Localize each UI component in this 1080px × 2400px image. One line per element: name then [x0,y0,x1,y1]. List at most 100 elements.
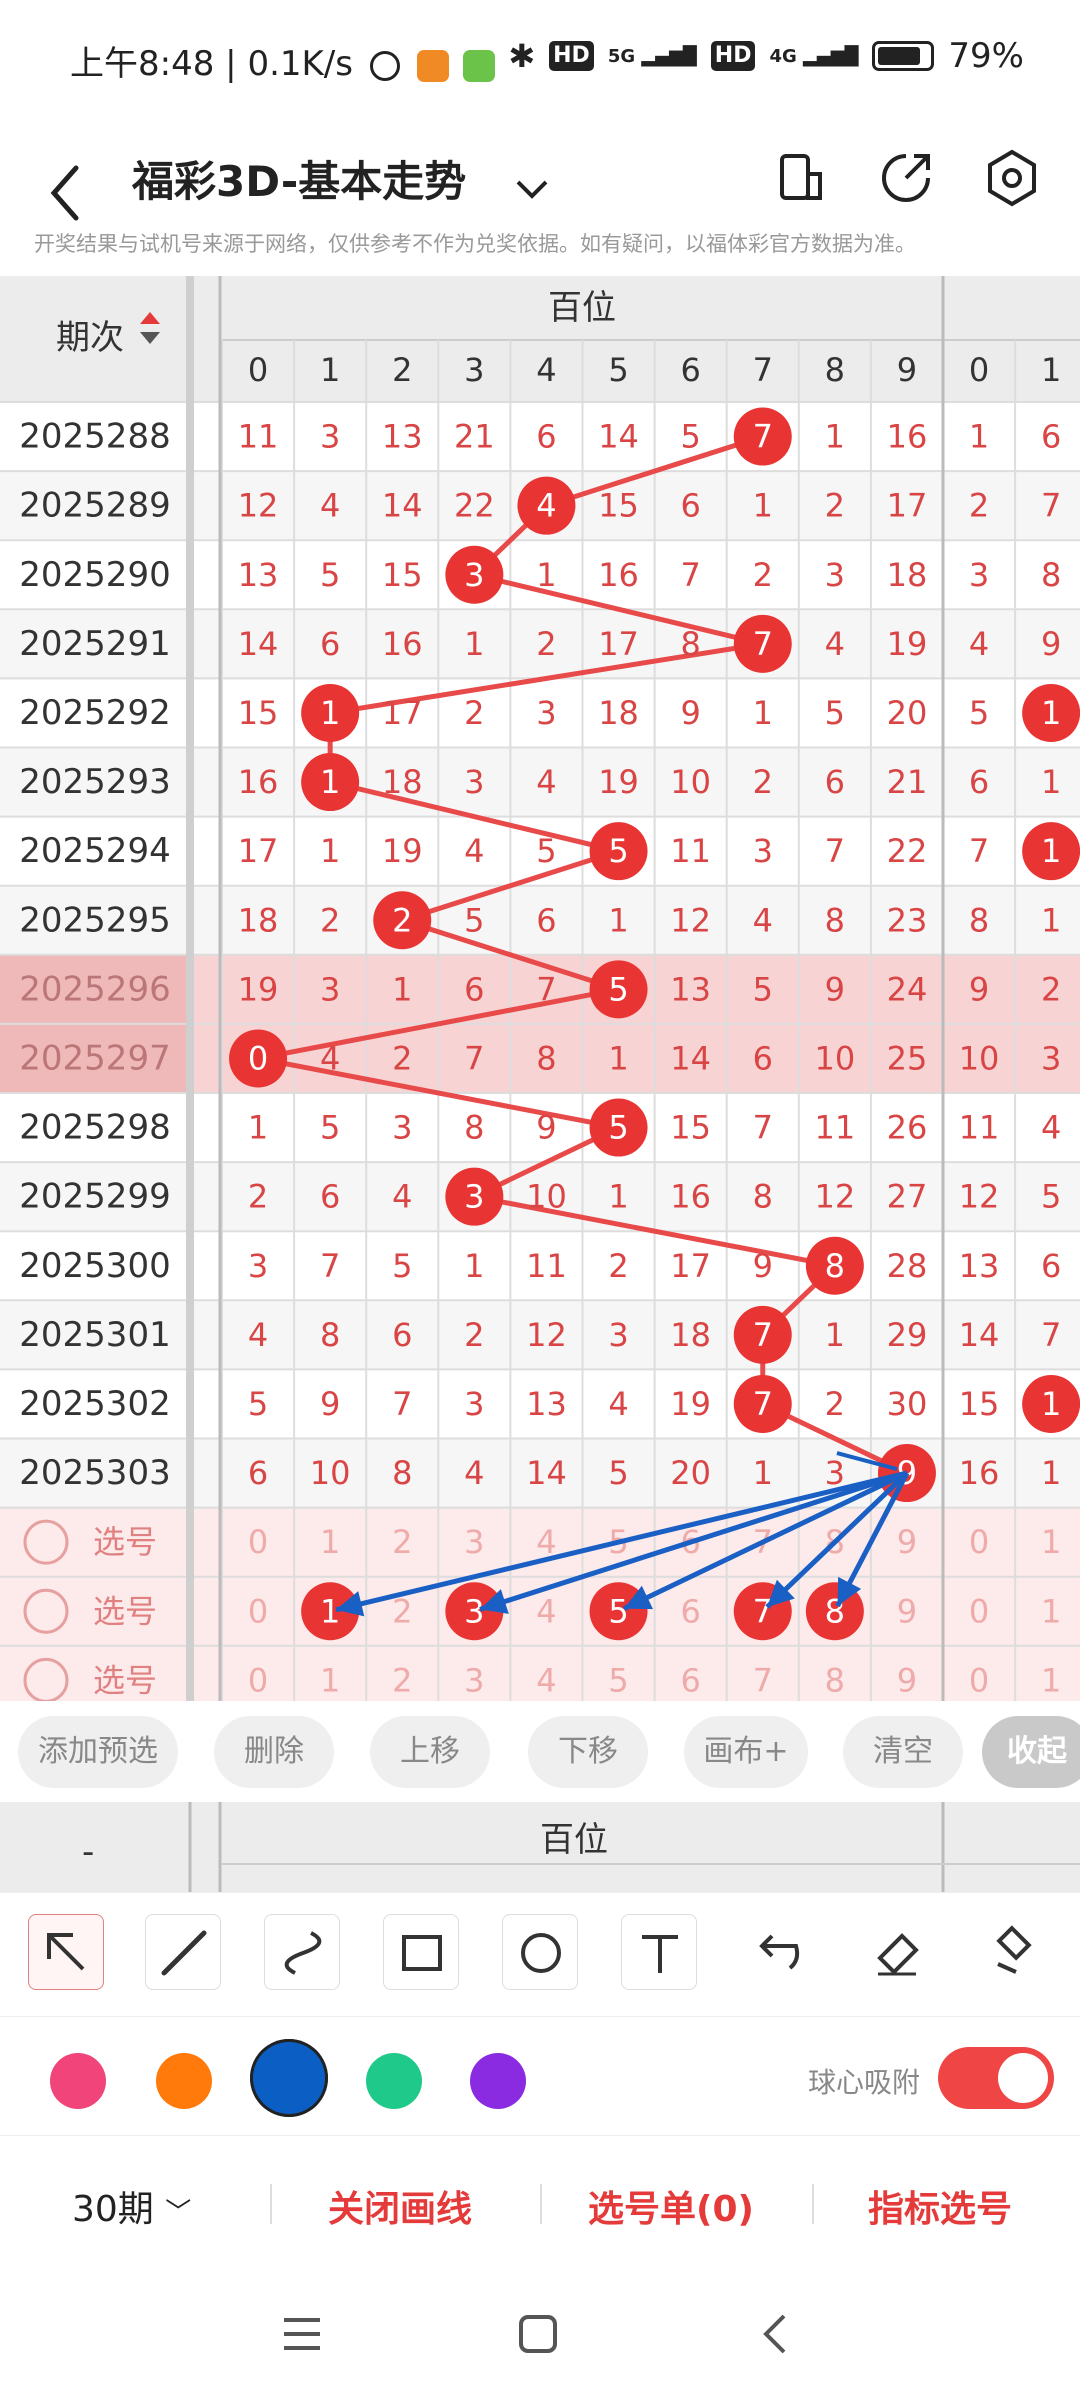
menu-icon[interactable] [280,2312,324,2356]
clear-brush-icon[interactable] [976,1914,1052,1990]
period-header: 期次 [56,318,124,358]
snap-toggle[interactable] [938,2047,1054,2109]
omission-number: 12 [959,1178,1000,1216]
collapse-button[interactable]: 收起 [982,1716,1080,1788]
hit-number: 5 [608,970,628,1008]
omission-number: 5 [320,556,340,594]
hit-number: 5 [608,832,628,870]
color-swatch-orange[interactable] [156,2053,212,2109]
omission-number: 8 [969,901,989,939]
select-number: 2 [392,1661,412,1699]
trend-chart-svg[interactable]: 期次百位0 1 2 3 4 5 6 7 8 9 0 1202528820252892025290202… [0,276,1080,1701]
rectangle-icon[interactable] [383,1914,459,1990]
omission-number: 7 [825,832,845,870]
omission-number: 12 [814,1178,855,1216]
chevron-down-icon[interactable] [510,168,554,212]
delete-button[interactable]: 删除 [214,1716,334,1788]
hd-badge: HD [549,41,594,71]
color-swatch-blue[interactable] [250,2039,328,2117]
omission-number: 13 [959,1247,1000,1285]
undo-icon[interactable] [740,1914,816,1990]
selection-list-button[interactable]: 选号单(0) [588,2180,754,2232]
period-select[interactable]: 30期 ﹀ [72,2180,191,2232]
digit-header-4: 4 [536,351,556,389]
omission-number: 14 [670,1039,711,1077]
device-icon[interactable] [770,148,830,208]
home-icon[interactable] [516,2312,560,2356]
omission-number: 18 [670,1316,711,1354]
omission-number: 21 [887,763,928,801]
settings-icon[interactable] [980,146,1044,210]
text-icon[interactable] [621,1914,697,1990]
color-swatch-pink[interactable] [50,2053,106,2109]
omission-number: 9 [536,1109,556,1147]
select-number: 2 [392,1523,412,1561]
select-number: 1 [320,1523,340,1561]
omission-number: 8 [753,1178,773,1216]
divider [540,2184,542,2224]
period-cell: 2025288 [19,417,170,457]
clock-text: 上午8:48 [70,44,215,84]
omission-number: 1 [608,1178,628,1216]
omission-number: 17 [238,832,279,870]
add-preselect-button[interactable]: 添加预选 [18,1716,178,1788]
period-cell: 2025291 [19,624,170,664]
app-screen: { "status_bar": {"time": "上午8:48", "spee… [0,0,1080,2400]
omission-number: 18 [598,694,639,732]
move-up-button[interactable]: 上移 [370,1716,490,1788]
eraser-icon[interactable] [858,1914,934,1990]
omission-number: 4 [392,1178,412,1216]
color-swatch-green[interactable] [366,2053,422,2109]
color-swatch-purple[interactable] [470,2053,526,2109]
status-time: 上午8:48 | 0.1K/s [70,36,496,85]
share-icon[interactable] [874,146,938,210]
period-cell: 2025300 [19,1246,170,1286]
omission-number: 11 [670,832,711,870]
omission-number: 3 [1041,1039,1061,1077]
line-icon[interactable] [145,1914,221,1990]
hit-number: 1 [1041,1385,1061,1423]
omission-number: 1 [248,1109,268,1147]
omission-number: 2 [753,556,773,594]
canvas-plus-button[interactable]: 画布+ [684,1716,808,1788]
undo-svg [759,1934,800,1970]
period-cell: 2025299 [19,1177,170,1217]
omission-number: 6 [320,1178,340,1216]
select-number: 7 [753,1661,773,1699]
omission-number: 1 [753,694,773,732]
back-icon[interactable] [754,2312,798,2356]
select-number: 1 [320,1661,340,1699]
trend-grid[interactable]: 期次 百位 0 1 2 3 4 5 6 7 8 9 0 1 2025288 2025289 2025290 202… [0,276,1080,1701]
select-number: 1 [1041,1661,1061,1699]
period-cell: 2025296 [19,969,170,1009]
omission-number: 9 [1041,625,1061,663]
move-down-button[interactable]: 下移 [528,1716,648,1788]
omission-number: 24 [887,970,928,1008]
curve-icon[interactable] [264,1914,340,1990]
omission-number: 6 [825,763,845,801]
line-svg [161,1930,207,1976]
omission-number: 10 [814,1039,855,1077]
close-lines-button[interactable]: 关闭画线 [328,2180,472,2232]
circle-icon[interactable] [502,1914,578,1990]
back-arrow-icon[interactable] [40,158,90,228]
pointer-icon[interactable] [28,1914,104,1990]
omission-number: 8 [680,625,700,663]
indicator-select-button[interactable]: 指标选号 [868,2180,1012,2232]
clear-button[interactable]: 清空 [843,1716,963,1788]
page-title[interactable]: 福彩3D-基本走势 [132,148,466,209]
select-number: 9 [897,1661,917,1699]
omission-number: 6 [680,487,700,525]
omission-number: 4 [320,1039,340,1077]
hit-number: 1 [320,763,340,801]
omission-number: 1 [1041,763,1061,801]
omission-number: 2 [825,1385,845,1423]
omission-number: 9 [320,1385,340,1423]
omission-number: 3 [753,832,773,870]
circle-svg [521,1933,561,1973]
omission-number: 5 [320,1109,340,1147]
hit-number: 3 [464,1178,484,1216]
hit-number: 7 [753,625,773,663]
omission-number: 7 [392,1385,412,1423]
battery-icon [872,41,935,71]
